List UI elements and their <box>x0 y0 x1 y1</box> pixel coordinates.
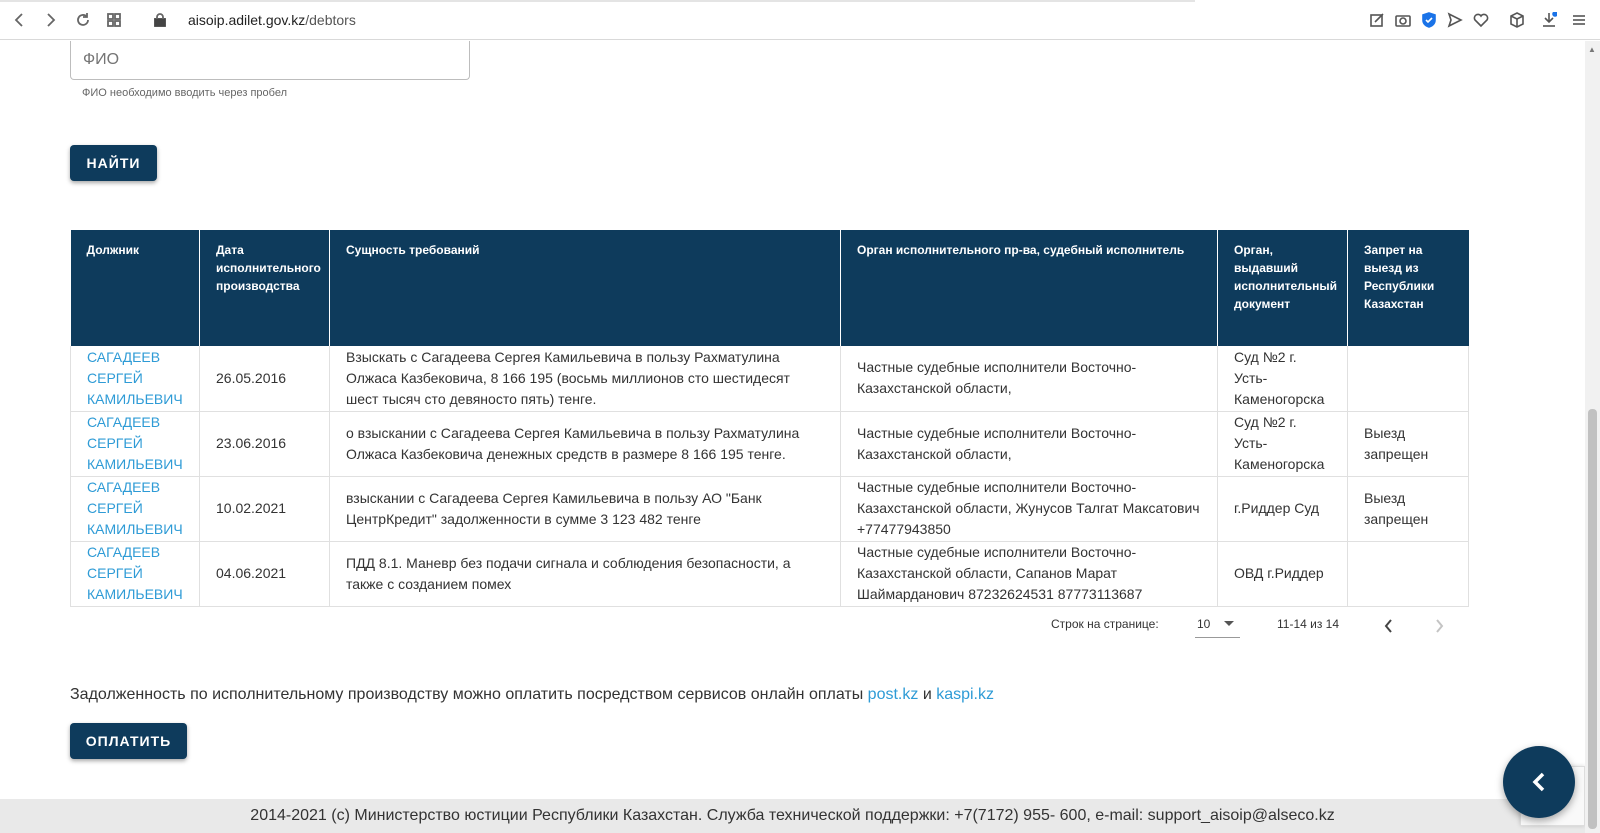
payment-and-text: и <box>922 686 932 703</box>
issuing-body-cell: Суд №2 г. Усть-Каменогорска <box>1217 346 1348 412</box>
date-cell: 10.02.2021 <box>199 476 330 542</box>
essence-cell: ПДД 8.1. Маневр без подачи сигнала и соб… <box>329 541 841 607</box>
pagination-range: 11-14 из 14 <box>1277 617 1340 631</box>
essence-cell: Взыскать с Сагадеева Сергея Камильевича … <box>329 346 841 412</box>
date-cell: 23.06.2016 <box>199 411 330 477</box>
next-page-button[interactable] <box>1429 616 1449 636</box>
enforcement-body-cell: Частные судебные исполнители Восточно-Ка… <box>840 411 1218 477</box>
issuing-body-cell: Суд №2 г. Усть-Каменогорска <box>1217 411 1348 477</box>
footer-text: 2014-2021 (с) Министерство юстиции Респу… <box>250 807 1335 824</box>
travel-ban-cell: Выезд запрещен <box>1347 411 1469 477</box>
column-header-date: Дата исполнительного производства <box>199 230 330 346</box>
debtors-table: Должник Дата исполнительного производств… <box>70 230 1469 607</box>
date-cell: 26.05.2016 <box>199 346 330 412</box>
table-row: САГАДЕЕВ СЕРГЕЙ КАМИЛЬЕВИЧ 26.05.2016 Вз… <box>70 346 1469 412</box>
fio-hint: ФИО необходимо вводить через пробел <box>82 87 287 99</box>
post-kz-link[interactable]: post.kz <box>868 686 919 703</box>
scroll-thumb[interactable] <box>1588 409 1597 829</box>
footer: 2014-2021 (с) Министерство юстиции Респу… <box>0 799 1585 833</box>
menu-icon[interactable] <box>1570 11 1588 29</box>
collapse-fab-button[interactable] <box>1503 746 1575 818</box>
pay-button[interactable]: ОПЛАТИТЬ <box>70 723 187 759</box>
debtor-link[interactable]: САГАДЕЕВ СЕРГЕЙ КАМИЛЬЕВИЧ <box>87 349 183 407</box>
chevron-left-icon <box>1532 772 1545 792</box>
chevron-right-icon <box>1436 619 1444 633</box>
table-row: САГАДЕЕВ СЕРГЕЙ КАМИЛЬЕВИЧ 04.06.2021 ПД… <box>70 541 1469 607</box>
essence-cell: о взыскании с Сагадеева Сергея Камильеви… <box>329 411 841 477</box>
issuing-body-cell: г.Риддер Суд <box>1217 476 1348 542</box>
column-header-essence: Сущность требований <box>329 230 841 346</box>
debtor-cell: САГАДЕЕВ СЕРГЕЙ КАМИЛЬЕВИЧ <box>70 411 200 477</box>
address-bar[interactable]: aisoip.adilet.gov.kz/debtors <box>188 12 356 28</box>
column-header-issuing-body: Орган, выдавший исполнительный документ <box>1217 230 1348 346</box>
travel-ban-cell: Выезд запрещен <box>1347 476 1469 542</box>
page-scrollbar[interactable]: ▲ <box>1585 41 1600 833</box>
travel-ban-cell <box>1347 541 1469 607</box>
table-header-row: Должник Дата исполнительного производств… <box>70 230 1469 346</box>
debtors-page: ФИО необходимо вводить через пробел НАЙТ… <box>0 41 1585 833</box>
reload-icon[interactable] <box>73 10 93 30</box>
send-icon[interactable] <box>1446 11 1464 29</box>
column-header-enforcement-body: Орган исполнительного пр-ва, судебный ис… <box>840 230 1218 346</box>
rows-per-page-label: Строк на странице: <box>1051 617 1159 631</box>
debtor-cell: САГАДЕЕВ СЕРГЕЙ КАМИЛЬЕВИЧ <box>70 541 200 607</box>
debtor-link[interactable]: САГАДЕЕВ СЕРГЕЙ КАМИЛЬЕВИЧ <box>87 544 183 602</box>
tabs-grid-icon[interactable] <box>104 10 124 30</box>
essence-cell: взыскании с Сагадеева Сергея Камильевича… <box>329 476 841 542</box>
column-header-debtor: Должник <box>70 230 200 346</box>
prev-page-button[interactable] <box>1379 616 1399 636</box>
forward-icon[interactable] <box>40 10 60 30</box>
issuing-body-cell: ОВД г.Риддер <box>1217 541 1348 607</box>
enforcement-body-cell: Частные судебные исполнители Восточно-Ка… <box>840 346 1218 412</box>
camera-icon[interactable] <box>1394 11 1412 29</box>
url-path: /debtors <box>305 12 356 28</box>
debtor-link[interactable]: САГАДЕЕВ СЕРГЕЙ КАМИЛЬЕВИЧ <box>87 479 183 537</box>
shield-check-icon[interactable] <box>1420 11 1438 29</box>
heart-icon[interactable] <box>1472 11 1490 29</box>
browser-toolbar: aisoip.adilet.gov.kz/debtors <box>0 0 1600 40</box>
debtor-cell: САГАДЕЕВ СЕРГЕЙ КАМИЛЬЕВИЧ <box>70 346 200 412</box>
rows-per-page-select[interactable]: 10 <box>1195 614 1240 638</box>
kaspi-kz-link[interactable]: kaspi.kz <box>936 686 994 703</box>
rows-per-page-value: 10 <box>1197 617 1211 631</box>
back-icon[interactable] <box>10 10 30 30</box>
debtor-cell: САГАДЕЕВ СЕРГЕЙ КАМИЛЬЕВИЧ <box>70 476 200 542</box>
lock-icon[interactable] <box>150 10 170 30</box>
enforcement-body-cell: Частные судебные исполнители Восточно-Ка… <box>840 476 1218 542</box>
payment-note-text: Задолженность по исполнительному произво… <box>70 686 864 703</box>
date-cell: 04.06.2021 <box>199 541 330 607</box>
chevron-left-icon <box>1384 619 1392 633</box>
find-button[interactable]: НАЙТИ <box>70 145 157 181</box>
download-icon[interactable] <box>1540 11 1558 29</box>
fio-input[interactable] <box>70 41 470 80</box>
page-load-progress <box>0 0 1195 2</box>
edit-icon[interactable] <box>1368 11 1386 29</box>
travel-ban-cell <box>1347 346 1469 412</box>
cube-icon[interactable] <box>1508 11 1526 29</box>
table-row: САГАДЕЕВ СЕРГЕЙ КАМИЛЬЕВИЧ 10.02.2021 вз… <box>70 476 1469 542</box>
payment-note: Задолженность по исполнительному произво… <box>70 686 994 704</box>
chevron-down-icon <box>1224 621 1234 626</box>
enforcement-body-cell: Частные судебные исполнители Восточно-Ка… <box>840 541 1218 607</box>
scroll-up-icon[interactable]: ▲ <box>1588 45 1596 54</box>
table-row: САГАДЕЕВ СЕРГЕЙ КАМИЛЬЕВИЧ 23.06.2016 о … <box>70 411 1469 477</box>
debtor-link[interactable]: САГАДЕЕВ СЕРГЕЙ КАМИЛЬЕВИЧ <box>87 414 183 472</box>
url-host: aisoip.adilet.gov.kz <box>188 12 306 28</box>
column-header-travel-ban: Запрет на выезд из Республики Казахстан <box>1347 230 1469 346</box>
